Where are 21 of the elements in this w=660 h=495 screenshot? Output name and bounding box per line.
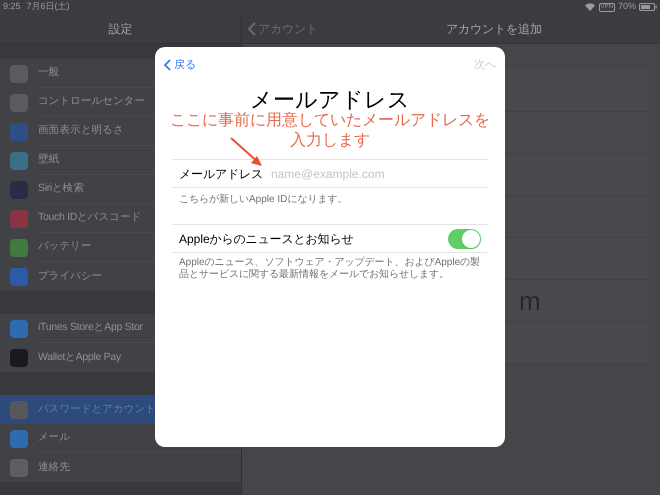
battery-percent: 70% — [618, 0, 636, 14]
email-input-field[interactable]: name@example.com — [271, 164, 488, 182]
wifi-icon — [584, 3, 595, 11]
pane-title: アカウントを追加 — [446, 20, 542, 38]
sidebar-item[interactable]: 連絡先 — [0, 453, 241, 482]
chevron-left-icon — [248, 22, 256, 36]
field-hint: こちらが新しいApple IDになります。 — [178, 192, 348, 207]
field-label: メールアドレス — [178, 166, 263, 182]
annotation-text: ここに事前に用意していたメールアドレスを入力します — [169, 111, 491, 151]
battery-icon — [639, 3, 657, 11]
back-button[interactable]: 戻る — [164, 56, 196, 74]
chevron-left-icon — [164, 59, 171, 71]
toggle-label: Appleからのニュースとお知らせ — [179, 230, 355, 248]
news-toggle-switch[interactable] — [448, 228, 481, 248]
toggle-description: Appleのニュース、ソフトウェア・アップデート、およびAppleの製品とサービスに関する最新情報をメールでお知らせします。 — [178, 257, 482, 281]
annotation-arrow — [229, 136, 264, 168]
sidebar-title: 設定 — [108, 20, 132, 38]
modal-title: メールアドレス — [249, 89, 411, 111]
status-date: 7月6日(土) — [26, 0, 70, 14]
sidebar-item[interactable]: WalletとApple Pay — [0, 343, 241, 372]
status-time: 9:25 — [3, 0, 21, 14]
